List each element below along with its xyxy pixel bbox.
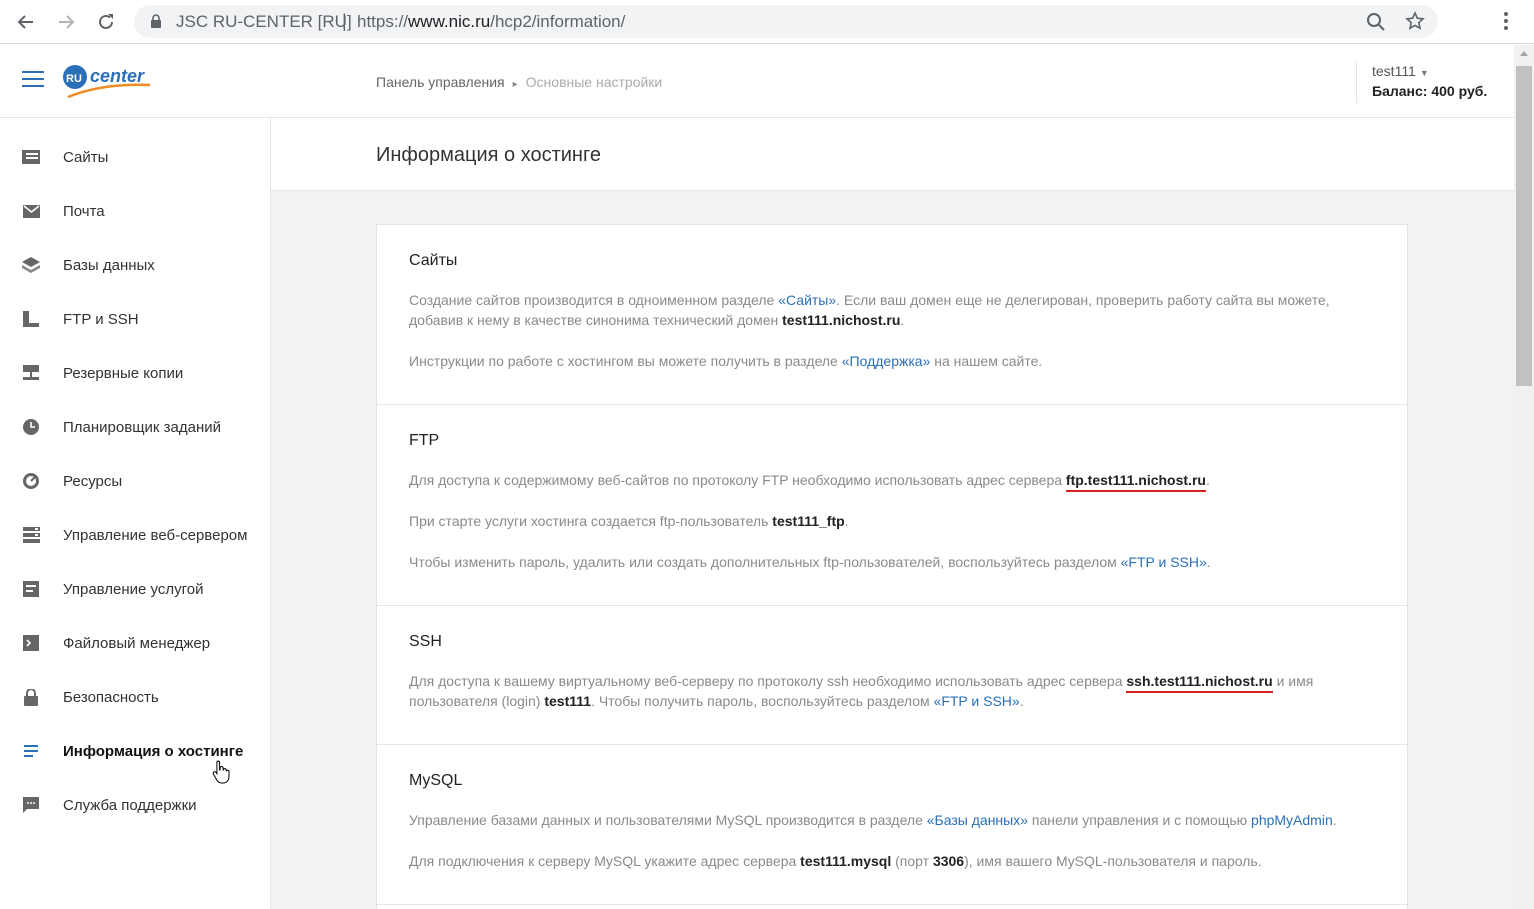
service-icon bbox=[22, 580, 40, 598]
section-sites: Сайты Создание сайтов производится в одн… bbox=[377, 225, 1407, 405]
hand-cursor-icon bbox=[212, 760, 230, 784]
section-title-ftp: FTP bbox=[409, 432, 440, 449]
ssh-paragraph-1: Для доступа к вашему виртуальному веб-се… bbox=[409, 673, 1314, 709]
sidebar-item-support[interactable]: Служба поддержки bbox=[0, 778, 270, 832]
reload-icon bbox=[99, 14, 113, 29]
mysql-port: 3306 bbox=[932, 853, 965, 869]
databases-link[interactable]: «Базы данных» bbox=[927, 812, 1028, 828]
omnibox-separator: | bbox=[342, 11, 347, 31]
account-divider bbox=[1356, 61, 1357, 103]
sites-paragraph-2: Инструкции по работе с хостингом вы може… bbox=[409, 353, 1043, 369]
zoom-icon[interactable] bbox=[1366, 12, 1386, 32]
main-content: Информация о хостинге Сайты Создание сай… bbox=[271, 118, 1514, 909]
ssh-server-address: ssh.test111.nichost.ru bbox=[1126, 673, 1273, 693]
info-card: Сайты Создание сайтов производится в одн… bbox=[376, 224, 1408, 909]
browser-menu-icon[interactable] bbox=[1496, 11, 1516, 31]
support-link[interactable]: «Поддержка» bbox=[842, 353, 931, 369]
ftp-icon bbox=[22, 310, 40, 328]
chat-icon bbox=[22, 796, 40, 814]
breadcrumb-current: Основные настройки bbox=[525, 74, 663, 90]
breadcrumb-separator-icon: ▸ bbox=[512, 79, 518, 90]
chevron-down-icon: ▼ bbox=[1419, 68, 1429, 78]
breadcrumb: Панель управления ▸ Основные настройки bbox=[376, 74, 662, 90]
sidebar-item-ftp-ssh[interactable]: FTP и SSH bbox=[0, 292, 270, 346]
terminal-icon bbox=[22, 634, 40, 652]
page-scrollbar[interactable] bbox=[1514, 45, 1534, 909]
ru-center-logo[interactable]: RU center bbox=[62, 63, 154, 101]
account-username: test111 bbox=[1372, 63, 1416, 79]
lock-icon bbox=[22, 688, 40, 706]
gauge-icon bbox=[22, 472, 40, 490]
database-icon bbox=[22, 256, 40, 274]
sites-link[interactable]: «Сайты» bbox=[778, 292, 836, 308]
bookmark-star-icon[interactable] bbox=[1405, 11, 1425, 31]
mysql-paragraph-1: Управление базами данных и пользователям… bbox=[409, 812, 1337, 828]
sidebar-item-scheduler[interactable]: Планировщик заданий bbox=[0, 400, 270, 454]
site-identity: JSC RU-CENTER [RU] bbox=[176, 12, 352, 31]
reload-button[interactable] bbox=[94, 10, 118, 34]
account-balance: Баланс: 400 руб. bbox=[1372, 83, 1488, 99]
back-button[interactable] bbox=[14, 10, 38, 34]
page-title: Информация о хостинге bbox=[376, 144, 601, 166]
backup-icon bbox=[22, 364, 40, 382]
hamburger-menu-icon[interactable] bbox=[22, 71, 44, 89]
sidebar-item-sites[interactable]: Сайты bbox=[0, 130, 270, 184]
clock-icon bbox=[22, 418, 40, 436]
sidebar-item-service[interactable]: Управление услугой bbox=[0, 562, 270, 616]
sidebar-item-databases[interactable]: Базы данных bbox=[0, 238, 270, 292]
ftp-paragraph-1: Для доступа к содержимому веб-сайтов по … bbox=[409, 470, 1369, 492]
section-mysql: MySQL Управление базами данных и пользов… bbox=[377, 745, 1407, 905]
sites-paragraph-1: Создание сайтов производится в одноименн… bbox=[409, 292, 1330, 328]
ftp-server-address: ftp.test111.nichost.ru bbox=[1065, 472, 1206, 492]
section-title-sites: Сайты bbox=[409, 252, 458, 269]
forward-button[interactable] bbox=[54, 10, 78, 34]
lock-icon bbox=[151, 14, 161, 28]
ssh-ftp-ssh-link[interactable]: «FTP и SSH» bbox=[934, 693, 1020, 709]
phpmyadmin-link[interactable]: phpMyAdmin bbox=[1251, 812, 1333, 828]
browser-toolbar: JSC RU-CENTER [RU] | https://www.nic.ru/… bbox=[0, 0, 1534, 44]
account-dropdown[interactable]: test111 ▼ bbox=[1372, 63, 1429, 79]
sidebar-item-mail[interactable]: Почта bbox=[0, 184, 270, 238]
scrollbar-thumb[interactable] bbox=[1516, 66, 1532, 386]
mysql-server: test111.mysql bbox=[800, 853, 892, 869]
sidebar-item-file-manager[interactable]: Файловый менеджер bbox=[0, 616, 270, 670]
page-header: Информация о хостинге bbox=[271, 118, 1514, 191]
server-icon bbox=[22, 526, 40, 544]
url-text: https://www.nic.ru/hcp2/information/ bbox=[357, 12, 626, 31]
ftp-paragraph-2: При старте услуги хостинга создается ftp… bbox=[409, 513, 849, 529]
sidebar-item-backups[interactable]: Резервные копии bbox=[0, 346, 270, 400]
section-ftp: FTP Для доступа к содержимому веб-сайтов… bbox=[377, 405, 1407, 606]
section-title-ssh: SSH bbox=[409, 633, 442, 650]
svg-text:RU: RU bbox=[66, 73, 82, 85]
ftp-ssh-link[interactable]: «FTP и SSH» bbox=[1121, 554, 1207, 570]
ftp-paragraph-3: Чтобы изменить пароль, удалить или созда… bbox=[409, 554, 1211, 570]
back-arrow-icon bbox=[17, 15, 33, 29]
section-title-mysql: MySQL bbox=[409, 772, 463, 789]
sidebar-item-resources[interactable]: Ресурсы bbox=[0, 454, 270, 508]
sites-icon bbox=[22, 148, 40, 166]
forward-arrow-icon bbox=[59, 15, 75, 29]
ftp-username: test111_ftp bbox=[772, 513, 845, 529]
sidebar: Сайты Почта Базы данных FTP и SSH Резерв… bbox=[0, 118, 271, 909]
sidebar-item-security[interactable]: Безопасность bbox=[0, 670, 270, 724]
scroll-up-arrow-icon[interactable] bbox=[1520, 51, 1528, 56]
mail-icon bbox=[22, 202, 40, 220]
address-bar[interactable]: JSC RU-CENTER [RU] | https://www.nic.ru/… bbox=[134, 5, 1438, 38]
mysql-paragraph-2: Для подключения к серверу MySQL укажите … bbox=[409, 853, 1262, 869]
app-header: RU center Панель управления ▸ Основные нас… bbox=[0, 45, 1514, 118]
ssh-login: test111 bbox=[544, 693, 592, 709]
tech-domain: test111.nichost.ru bbox=[782, 312, 901, 328]
info-lines-icon bbox=[22, 742, 40, 760]
section-ssh: SSH Для доступа к вашему виртуальному ве… bbox=[377, 606, 1407, 745]
sidebar-item-web-server[interactable]: Управление веб-сервером bbox=[0, 508, 270, 562]
breadcrumb-root[interactable]: Панель управления bbox=[376, 74, 505, 90]
svg-text:center: center bbox=[90, 66, 145, 86]
